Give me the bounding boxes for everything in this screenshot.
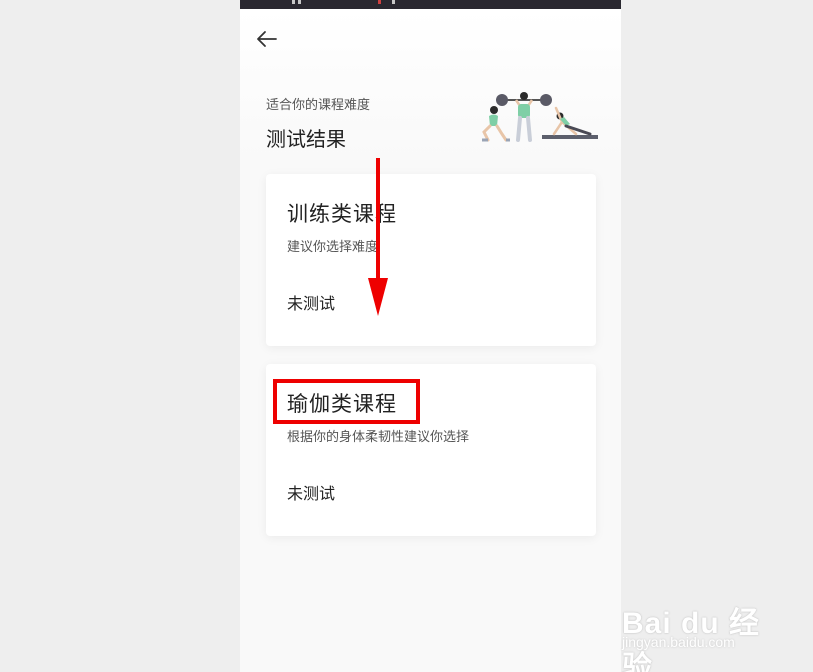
card-status: 未测试: [287, 484, 336, 503]
fitness-illustration-icon: [482, 92, 598, 142]
phone-screen: 适合你的课程难度 测试结果 训练类课程 建议你选择难度 未测试 瑜伽类课程 根据…: [240, 0, 621, 672]
card-status: 未测试: [287, 294, 336, 313]
page-title: 测试结果: [266, 127, 346, 151]
status-icon: [392, 0, 395, 4]
status-icon: [378, 0, 381, 4]
annotation-highlight-box: [273, 379, 420, 424]
watermark-url: jingyan.baidu.com: [622, 634, 735, 650]
status-icon: [298, 0, 301, 4]
card-description: 根据你的身体柔韧性建议你选择: [287, 430, 470, 445]
back-button[interactable]: [254, 26, 280, 52]
status-icon: [292, 0, 295, 4]
status-bar: [240, 0, 621, 9]
watermark: Bai du 经验 jingyan.baidu.com: [622, 578, 782, 672]
course-card-training[interactable]: 训练类课程 建议你选择难度 未测试: [266, 174, 596, 346]
card-title-text: 训练类课程: [287, 198, 397, 228]
back-arrow-icon: [257, 31, 277, 47]
card-description: 建议你选择难度: [287, 240, 379, 255]
card-title: 训练类课程: [287, 198, 397, 228]
page-subtitle: 适合你的课程难度: [266, 98, 371, 113]
